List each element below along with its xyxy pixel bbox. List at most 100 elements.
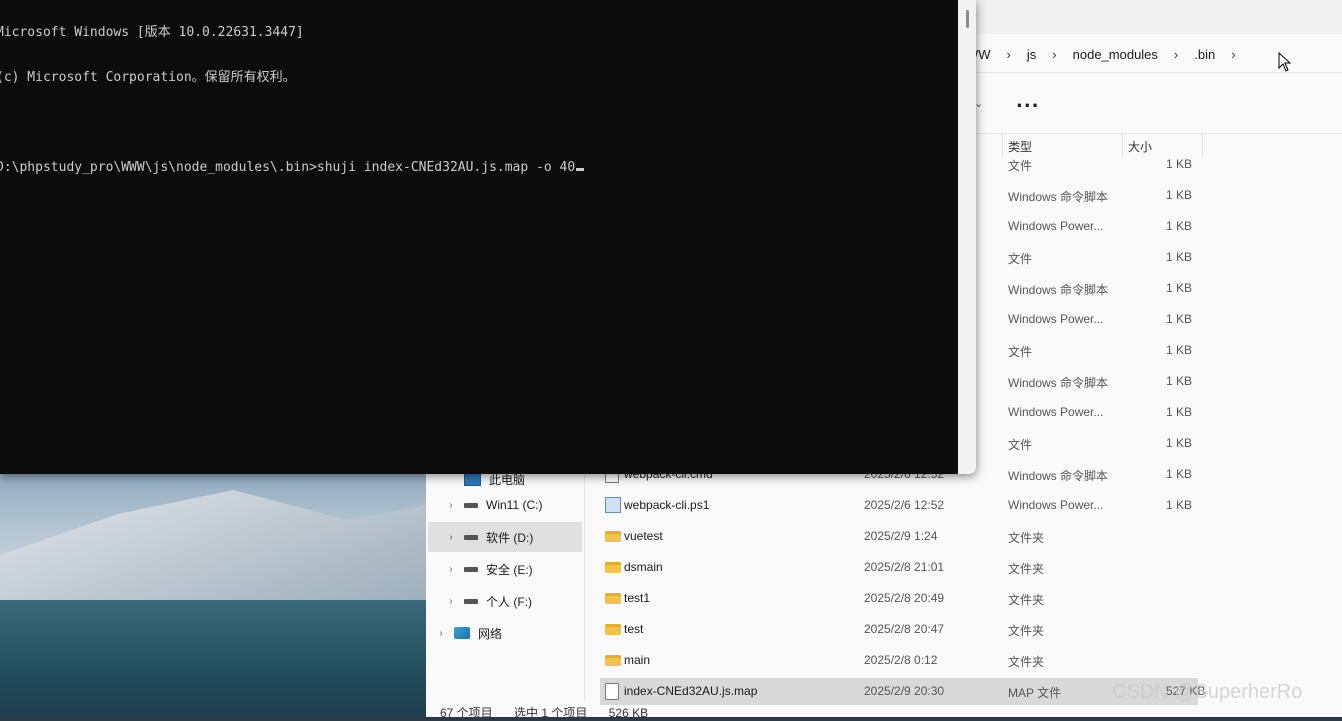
file-type: 文件 [1008,159,1033,173]
file-size: 1 KB [1166,343,1193,357]
file-row[interactable]: dsmain 2025/2/8 21:01 文件夹 [584,552,1342,583]
file-date: 2025/2/6 12:52 [864,498,945,512]
nav-item[interactable]: › 个人 (F:) [428,586,582,616]
file-type: 文件夹 [1008,593,1045,607]
file-size: 1 KB [1166,374,1193,388]
file-type: 文件 [1008,345,1033,359]
nav-item-label: 网络 [478,626,503,641]
console-output[interactable]: Microsoft Windows [版本 10.0.22631.3447] (… [0,0,585,205]
nav-item-label: 软件 (D:) [486,530,534,545]
file-type: Windows 命令脚本 [1008,190,1109,204]
file-type: 文件夹 [1008,562,1045,576]
breadcrumb-item[interactable]: node_modules [1063,47,1168,62]
file-size: 1 KB [1166,436,1193,450]
file-size: 1 KB [1166,188,1193,202]
file-name: test1 [624,591,651,605]
file-date: 2025/2/8 20:49 [864,591,945,605]
text-cursor [576,168,585,171]
console-scrollbar[interactable] [958,0,976,474]
chevron-right-icon[interactable]: › [1225,47,1241,62]
status-bar: 67 个项目 选中 1 个项目 526 KB [440,704,666,721]
file-icon [605,683,619,700]
folder-icon [605,593,621,604]
powershell-icon [605,497,621,513]
file-row[interactable]: webpack-cli.ps1 2025/2/6 12:52 Windows Pow… [584,490,1342,521]
nav-item-label: 安全 (E:) [486,562,533,577]
file-size: 1 KB [1166,219,1193,233]
file-row[interactable]: vuetest 2025/2/9 1:24 文件夹 [584,521,1342,552]
file-size: 1 KB [1166,405,1193,419]
drive-icon [464,598,478,604]
file-size: 1 KB [1166,157,1193,171]
file-size: 1 KB [1166,281,1193,295]
chevron-right-icon[interactable]: › [1001,47,1017,62]
command-prompt-window[interactable]: Microsoft Windows [版本 10.0.22631.3447] (… [0,0,976,474]
chevron-right-icon[interactable]: › [444,532,458,543]
file-type: 文件 [1008,438,1033,452]
file-row[interactable]: test 2025/2/8 20:47 文件夹 [584,614,1342,645]
chevron-right-icon[interactable]: › [444,564,458,575]
pc-icon [464,472,481,486]
nav-item-label: Win11 (C:) [486,498,543,512]
folder-icon [605,624,621,635]
chevron-right-icon[interactable]: › [444,500,458,511]
file-size: 1 KB [1166,312,1193,326]
wallpaper-water [0,600,430,717]
desktop-wallpaper [0,470,430,717]
console-line: (c) Microsoft Corporation。保留所有权利。 [0,70,296,85]
folder-icon [605,531,621,542]
file-size: 1 KB [1166,498,1193,512]
selected-size: 526 KB [608,706,649,720]
breadcrumb-item[interactable]: .bin [1184,47,1225,62]
file-date: 2025/2/8 20:47 [864,622,945,636]
file-type: 文件夹 [1008,531,1045,545]
file-type: Windows 命令脚本 [1008,376,1109,390]
file-date: 2025/2/8 0:12 [864,653,938,667]
file-type: 文件夹 [1008,624,1045,638]
file-type: Windows Power... [1008,219,1104,233]
file-type: Windows 命令脚本 [1008,469,1109,483]
file-type: Windows 命令脚本 [1008,283,1109,297]
breadcrumb-item[interactable]: js [1017,47,1046,62]
nav-item[interactable]: › 安全 (E:) [428,554,582,584]
file-type: Windows Power... [1008,498,1104,512]
chevron-right-icon[interactable]: › [1046,47,1062,62]
folder-icon [605,562,621,573]
drive-icon [464,534,478,540]
item-count: 67 个项目 [440,706,493,720]
console-command-text: D:\phpstudy_pro\WWW\js\node_modules\.bin… [0,160,576,175]
chevron-right-icon[interactable]: › [444,596,458,607]
file-type: 文件夹 [1008,655,1045,669]
file-date: 2025/2/9 1:24 [864,529,938,543]
file-name: test [624,622,644,636]
file-name: main [624,653,651,667]
folder-icon [605,655,621,666]
chevron-right-icon[interactable]: › [1168,47,1184,62]
file-type: Windows Power... [1008,312,1104,326]
more-options-button[interactable]: ... [1016,91,1040,112]
watermark: CSDN @SuperherRo [1112,681,1303,703]
file-type: 文件 [1008,252,1033,266]
nav-item[interactable]: › 网络 [418,618,572,648]
file-name: vuetest [624,529,663,543]
file-row[interactable]: test1 2025/2/8 20:49 文件夹 [584,583,1342,614]
file-size: 1 KB [1166,250,1193,264]
selected-count: 选中 1 个项目 [514,706,588,720]
console-line: Microsoft Windows [版本 10.0.22631.3447] [0,25,304,40]
file-date: 2025/2/9 20:30 [864,684,945,698]
nav-item[interactable]: › 软件 (D:) [428,522,582,552]
scrollbar-thumb[interactable] [966,10,969,28]
file-date: 2025/2/8 21:01 [864,560,945,574]
navigation-pane: 此电脑 › Win11 (C:) › 软件 (D:) › 安全 (E:) › 个人 (F:) › 网… [426,470,585,700]
file-name: index-CNEd32AU.js.map [624,684,758,698]
drive-icon [464,566,478,572]
console-command-line[interactable]: D:\phpstudy_pro\WWW\js\node_modules\.bin… [0,160,585,175]
file-name: dsmain [624,560,663,574]
file-row[interactable]: main 2025/2/8 0:12 文件夹 [584,645,1342,676]
nav-item[interactable]: › Win11 (C:) [428,490,582,520]
nav-item-label: 个人 (F:) [486,594,532,609]
wallpaper-mountain [0,490,430,610]
file-type: Windows Power... [1008,405,1104,419]
chevron-right-icon[interactable]: › [434,628,448,639]
